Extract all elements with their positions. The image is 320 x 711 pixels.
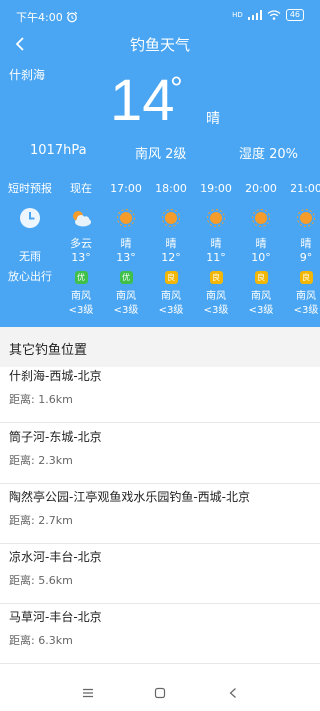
hourly-column: 18:00 晴 12° 良南风 <3级 bbox=[151, 182, 191, 318]
status-time-group: 下午4:00 bbox=[16, 9, 78, 25]
hour-time: 20:00 bbox=[245, 182, 277, 195]
hour-wind-direction: 南风 bbox=[251, 291, 271, 302]
hour-wind-direction: 南风 bbox=[116, 291, 136, 302]
signal-icon bbox=[247, 10, 262, 20]
hour-wind-level: <3级 bbox=[203, 305, 229, 316]
status-bar: 下午4:00 HD 46 bbox=[0, 0, 320, 32]
hourly-column: 17:00 晴 13° 优南风 <3级 bbox=[106, 182, 146, 318]
hour-wind-level: <3级 bbox=[113, 305, 139, 316]
hourly-column: 现在多云 13° 优南风 <3级 bbox=[61, 182, 101, 318]
hour-time: 17:00 bbox=[110, 182, 142, 195]
air-quality-badge: 良 bbox=[164, 271, 178, 284]
hour-temperature: 10° bbox=[251, 251, 271, 264]
hour-condition: 晴 bbox=[210, 237, 222, 250]
hour-wind-level: <3级 bbox=[158, 305, 184, 316]
wifi-icon bbox=[267, 10, 281, 20]
air-quality-badge: 优 bbox=[119, 271, 133, 284]
sun-icon bbox=[151, 206, 191, 230]
back-nav-button[interactable] bbox=[221, 683, 245, 703]
hour-temperature: 11° bbox=[206, 251, 226, 264]
status-time: 下午4:00 bbox=[16, 11, 63, 24]
current-location: 什刹海 bbox=[9, 68, 46, 82]
current-temperature: 14 bbox=[110, 68, 175, 133]
spot-name: 马草河-丰台-北京 bbox=[9, 610, 102, 624]
system-nav-bar bbox=[0, 677, 320, 711]
hour-temperature: 9° bbox=[299, 251, 313, 264]
fishing-spot-item[interactable]: 筒子河-东城-北京 距离: 2.3km bbox=[0, 424, 320, 484]
spot-name: 筒子河-东城-北京 bbox=[9, 430, 102, 444]
hour-time: 19:00 bbox=[200, 182, 232, 195]
hour-condition: 晴 bbox=[300, 237, 312, 250]
weather-hero-panel: 下午4:00 HD 46 钓鱼天气 什刹海 14 ° 晴 1017hPa 南风 … bbox=[0, 0, 320, 327]
air-quality-badge: 良 bbox=[254, 271, 268, 284]
spot-distance: 距离: 5.6km bbox=[9, 574, 73, 587]
alarm-icon bbox=[66, 11, 77, 23]
hour-time: 现在 bbox=[70, 182, 92, 195]
spot-distance: 距离: 1.6km bbox=[9, 393, 73, 406]
pressure-value: 1017hPa bbox=[30, 143, 87, 158]
hour-wind-direction: 南风 bbox=[296, 291, 316, 302]
menu-icon bbox=[83, 688, 93, 698]
other-spots-heading: 其它钓鱼位置 bbox=[0, 327, 320, 367]
back-triangle-icon bbox=[229, 688, 236, 698]
hourly-column: 20:00 晴 10° 良南风 <3级 bbox=[241, 182, 281, 318]
clock-icon bbox=[20, 208, 40, 228]
hour-wind-direction: 南风 bbox=[206, 291, 226, 302]
hour-wind-direction: 南风 bbox=[161, 291, 181, 302]
hour-time: 18:00 bbox=[155, 182, 187, 195]
current-condition: 晴 bbox=[206, 111, 220, 127]
partly-cloudy-icon bbox=[61, 206, 101, 230]
page-title: 钓鱼天气 bbox=[129, 36, 190, 54]
hourly-column: 21:00 晴 9° 良南风 <3级 bbox=[286, 182, 320, 318]
sun-icon bbox=[286, 206, 320, 230]
spot-distance: 距离: 2.7km bbox=[9, 514, 73, 527]
spot-distance: 距离: 6.3km bbox=[9, 634, 73, 647]
sun-icon bbox=[106, 206, 146, 230]
hour-wind-level: <3级 bbox=[68, 305, 94, 316]
short-forecast-panel: 短时预报 无雨 放心出行 bbox=[4, 182, 56, 284]
short-forecast-line1: 无雨 bbox=[19, 250, 41, 263]
spot-distance: 距离: 2.3km bbox=[9, 454, 73, 467]
hour-temperature: 12° bbox=[161, 251, 181, 264]
fishing-spot-item[interactable]: 陶然亭公园-江亭观鱼戏水乐园钓鱼-西城-北京 距离: 2.7km bbox=[0, 484, 320, 544]
fishing-spot-item[interactable]: 马草河-丰台-北京 距离: 6.3km bbox=[0, 604, 320, 664]
menu-nav-button[interactable] bbox=[76, 683, 100, 703]
short-forecast-line2: 放心出行 bbox=[8, 270, 52, 283]
hour-temperature: 13° bbox=[71, 251, 91, 264]
sun-icon bbox=[196, 206, 236, 230]
spot-name: 凉水河-丰台-北京 bbox=[9, 550, 102, 564]
battery-indicator: 46 bbox=[285, 9, 304, 21]
fishing-spot-item[interactable]: 什刹海-西城-北京 距离: 1.6km bbox=[0, 363, 320, 423]
status-icons: HD 46 bbox=[232, 9, 304, 21]
hour-time: 21:00 bbox=[290, 182, 320, 195]
hour-condition: 多云 bbox=[70, 237, 92, 250]
home-square-icon bbox=[154, 687, 166, 699]
wind-value: 南风 2级 bbox=[135, 147, 187, 162]
air-quality-badge: 良 bbox=[299, 271, 313, 284]
spot-name: 什刹海-西城-北京 bbox=[9, 369, 102, 383]
hour-temperature: 13° bbox=[116, 251, 136, 264]
degree-symbol: ° bbox=[170, 70, 183, 106]
network-type-label: HD bbox=[232, 11, 243, 19]
title-bar: 钓鱼天气 bbox=[0, 32, 320, 58]
hour-wind-direction: 南风 bbox=[71, 291, 91, 302]
air-quality-badge: 良 bbox=[209, 271, 223, 284]
hour-condition: 晴 bbox=[120, 237, 132, 250]
hour-condition: 晴 bbox=[165, 237, 177, 250]
hourly-column: 19:00 晴 11° 良南风 <3级 bbox=[196, 182, 236, 318]
air-quality-badge: 优 bbox=[74, 271, 88, 284]
sun-icon bbox=[241, 206, 281, 230]
fishing-spot-item[interactable]: 凉水河-丰台-北京 距离: 5.6km bbox=[0, 544, 320, 604]
spot-name: 陶然亭公园-江亭观鱼戏水乐园钓鱼-西城-北京 bbox=[9, 490, 250, 504]
home-nav-button[interactable] bbox=[148, 683, 172, 703]
short-forecast-label: 短时预报 bbox=[8, 182, 52, 195]
hour-condition: 晴 bbox=[255, 237, 267, 250]
humidity-value: 湿度 20% bbox=[239, 147, 299, 162]
hour-wind-level: <3级 bbox=[293, 305, 319, 316]
hour-wind-level: <3级 bbox=[248, 305, 274, 316]
